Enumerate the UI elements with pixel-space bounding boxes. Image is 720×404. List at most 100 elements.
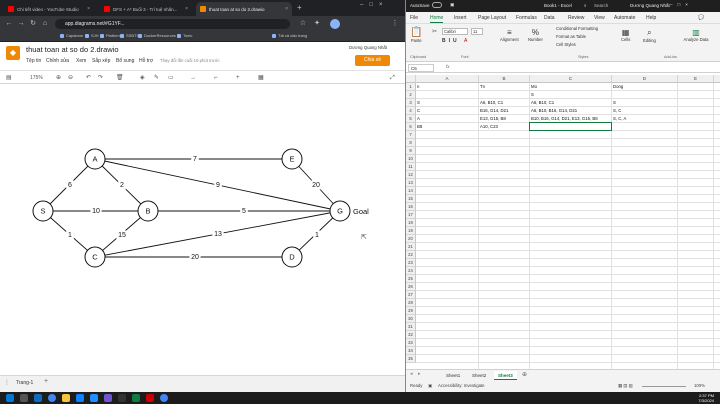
zoom-slider[interactable] bbox=[642, 386, 686, 387]
diagram-canvas[interactable]: 7 9 6 2 10 1 5 15 20 13 20 1 A E S B G C D Goal ⇱ bbox=[0, 85, 405, 375]
row-header[interactable]: 1 bbox=[406, 83, 416, 91]
row-header[interactable]: 22 bbox=[406, 251, 416, 259]
row-header[interactable]: 15 bbox=[406, 195, 416, 203]
cut-icon[interactable]: ✂ bbox=[432, 28, 437, 35]
zoom-select[interactable]: 175% bbox=[30, 73, 43, 83]
bookmark-ssbts[interactable]: SSBTS bbox=[120, 33, 139, 38]
row-header[interactable]: 10 bbox=[406, 155, 416, 163]
page-tab[interactable]: Trang-1 bbox=[16, 380, 33, 386]
column-header[interactable]: D bbox=[612, 75, 678, 83]
cell[interactable]: Tn bbox=[479, 83, 530, 91]
line-color-icon[interactable]: ✎ bbox=[154, 73, 159, 83]
shadow-icon[interactable]: ▭ bbox=[168, 73, 174, 83]
row-header[interactable]: 4 bbox=[406, 107, 416, 115]
menu-help[interactable]: Hỗ trợ bbox=[139, 58, 153, 64]
font-color-icon[interactable]: A bbox=[464, 38, 467, 44]
tab-automate[interactable]: Automate bbox=[614, 15, 635, 21]
select-all-corner[interactable] bbox=[406, 75, 416, 83]
connection-icon[interactable]: → bbox=[190, 73, 196, 83]
row-header[interactable]: 20 bbox=[406, 235, 416, 243]
search-box[interactable]: Search bbox=[594, 3, 608, 8]
conditional-formatting-button[interactable]: Conditional Formatting bbox=[556, 26, 598, 31]
row-header[interactable]: 32 bbox=[406, 331, 416, 339]
cell[interactable]: A10, C23 bbox=[479, 123, 530, 131]
row-header[interactable]: 11 bbox=[406, 163, 416, 171]
undo-icon[interactable]: ↶ bbox=[86, 73, 91, 83]
search-icon[interactable]: ⌕ bbox=[584, 3, 587, 8]
spreadsheet-grid[interactable]: ABCDEF1234567891011121314151617181920212… bbox=[406, 75, 720, 369]
column-header[interactable]: A bbox=[416, 75, 479, 83]
row-header[interactable]: 25 bbox=[406, 275, 416, 283]
pages-menu-icon[interactable]: ⋮ bbox=[4, 379, 10, 386]
font-size-select[interactable]: 11 bbox=[471, 28, 483, 35]
file-explorer-icon[interactable] bbox=[62, 394, 70, 402]
zoom-in-icon[interactable]: ⊕ bbox=[56, 73, 61, 83]
edge-weight-label[interactable]: 5 bbox=[242, 208, 246, 215]
row-header[interactable]: 23 bbox=[406, 259, 416, 267]
scroll-left-icon[interactable]: ◂ bbox=[410, 371, 413, 377]
forward-icon[interactable]: → bbox=[16, 19, 26, 29]
row-header[interactable]: 14 bbox=[406, 187, 416, 195]
formula-input[interactable] bbox=[456, 64, 716, 72]
user-name[interactable]: Dương Quang Nhất bbox=[349, 45, 387, 50]
app-icon[interactable] bbox=[104, 394, 112, 402]
redo-icon[interactable]: ↷ bbox=[98, 73, 103, 83]
cell[interactable]: A bbox=[416, 115, 479, 123]
macro-record-icon[interactable]: ▣ bbox=[428, 383, 432, 389]
cells-button[interactable]: ▦ Cells bbox=[621, 28, 630, 42]
tab-view[interactable]: View bbox=[594, 15, 605, 21]
edge-weight-label[interactable]: 9 bbox=[216, 182, 220, 189]
comments-icon[interactable]: 💬 bbox=[698, 15, 704, 21]
row-header[interactable]: 21 bbox=[406, 243, 416, 251]
bookmark-platform[interactable]: Platform bbox=[100, 33, 121, 38]
browser-tab-drawio[interactable]: thuat toan at so do 2.drawio × bbox=[196, 2, 292, 16]
row-header[interactable]: 12 bbox=[406, 171, 416, 179]
bookmark-capstone[interactable]: Capstone bbox=[60, 33, 83, 38]
cell[interactable]: S, C, A bbox=[612, 115, 678, 123]
document-title[interactable]: thuat toan at so do 2.drawio bbox=[26, 45, 119, 54]
task-view-icon[interactable] bbox=[34, 394, 42, 402]
view-buttons[interactable]: ▦ ▤ ▥ bbox=[618, 383, 633, 389]
row-header[interactable]: 27 bbox=[406, 291, 416, 299]
edge-weight-label[interactable]: 13 bbox=[214, 231, 222, 238]
tab-file[interactable]: File bbox=[410, 15, 418, 21]
format-panel-icon[interactable]: ▤ bbox=[6, 73, 12, 83]
row-header[interactable]: 7 bbox=[406, 131, 416, 139]
last-saved-text[interactable]: Thay đổi lần cuối 19 phút trước bbox=[160, 58, 220, 63]
name-box[interactable]: C6 bbox=[408, 64, 434, 72]
zoom-out-icon[interactable]: ⊖ bbox=[68, 73, 73, 83]
browser-tab-dfs-video[interactable]: DFS + A* Buổi 3 - Trí tuệ nhân... × bbox=[100, 2, 192, 16]
bookmark-sjh[interactable]: SJH bbox=[85, 33, 99, 38]
menu-view[interactable]: Xem bbox=[76, 58, 86, 64]
tab-review[interactable]: Review bbox=[568, 15, 584, 21]
close-icon[interactable]: × bbox=[185, 6, 188, 12]
reload-icon[interactable]: ↻ bbox=[28, 19, 38, 29]
analyze-data-button[interactable]: ▥ Analyze Data bbox=[682, 28, 710, 42]
row-header[interactable]: 17 bbox=[406, 211, 416, 219]
row-header[interactable]: 26 bbox=[406, 283, 416, 291]
menu-kebab-icon[interactable]: ⋮ bbox=[390, 19, 400, 29]
window-controls[interactable]: –□× bbox=[670, 2, 693, 7]
row-header[interactable]: 3 bbox=[406, 99, 416, 107]
sheet-tab-1[interactable]: Sheet1 bbox=[442, 371, 464, 380]
extensions-icon[interactable]: ✦ bbox=[312, 19, 322, 29]
bold-italic-underline[interactable]: BIU bbox=[442, 38, 460, 44]
tab-page-layout[interactable]: Page Layout bbox=[478, 15, 506, 21]
row-header[interactable]: 34 bbox=[406, 347, 416, 355]
row-header[interactable]: 35 bbox=[406, 355, 416, 363]
cell[interactable]: Mo bbox=[530, 83, 612, 91]
tab-help[interactable]: Help bbox=[646, 15, 656, 21]
terminal-icon[interactable] bbox=[118, 394, 126, 402]
sheet-tab-3[interactable]: Sheet3 bbox=[494, 371, 517, 380]
menu-extras[interactable]: Bổ sung bbox=[116, 58, 134, 64]
bookmark-toeic[interactable]: Toeic bbox=[177, 33, 192, 38]
row-header[interactable]: 29 bbox=[406, 307, 416, 315]
browser-tab-youtube-studio[interactable]: Chi tiết video - YouTube Studio × bbox=[4, 2, 94, 16]
font-name-select[interactable]: Calibri bbox=[442, 28, 468, 35]
home-icon[interactable]: ⌂ bbox=[40, 19, 50, 29]
cell[interactable]: S bbox=[416, 99, 479, 107]
goal-label[interactable]: Goal bbox=[353, 207, 369, 216]
cell[interactable]: E13, G15, B8 bbox=[479, 115, 530, 123]
alignment-button[interactable]: ≡ Alignment bbox=[500, 28, 519, 42]
row-header[interactable]: 24 bbox=[406, 267, 416, 275]
